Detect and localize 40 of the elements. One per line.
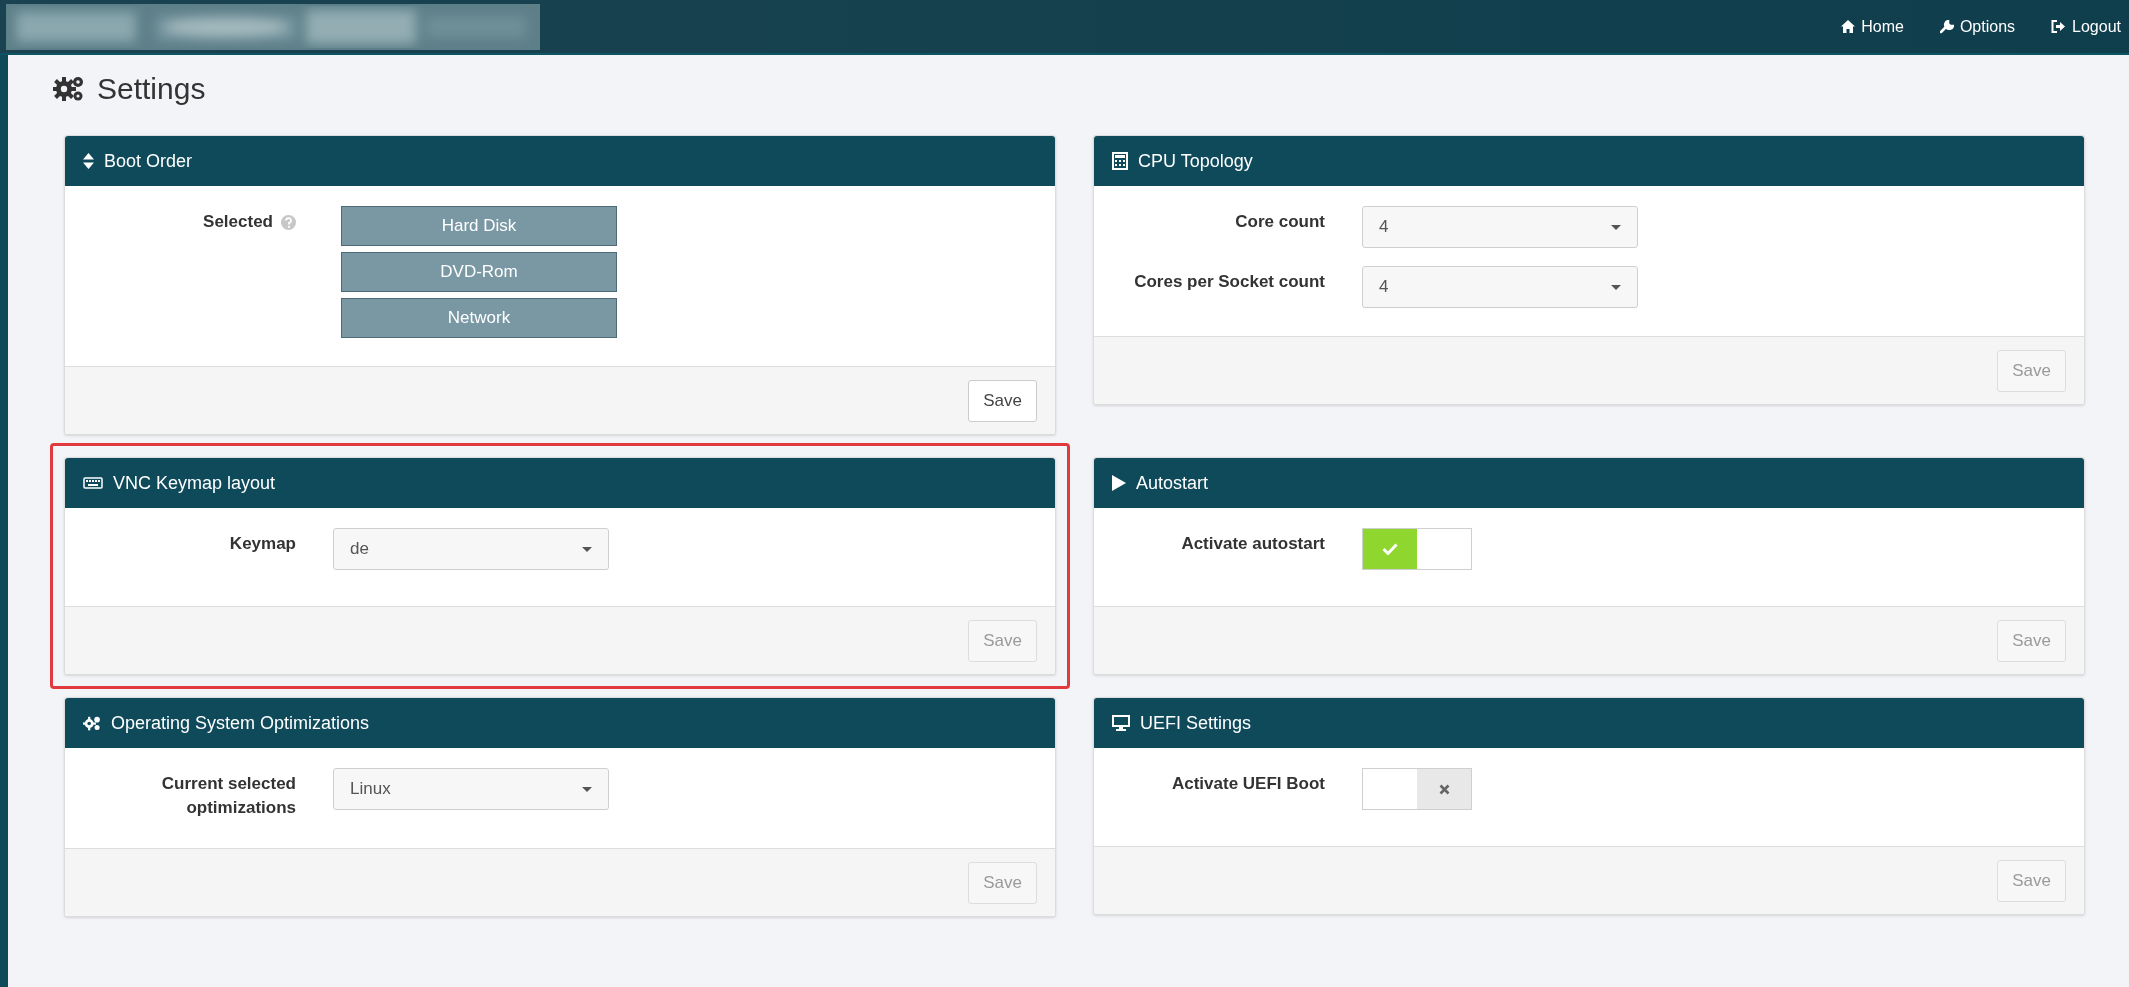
select-dropdown[interactable]: 4	[1362, 266, 1638, 308]
sort-icon	[83, 153, 94, 169]
panel-title: VNC Keymap layout	[113, 471, 276, 495]
field-label: Cores per Socket count	[1134, 271, 1325, 293]
gears-icon	[53, 74, 85, 102]
panel-title: CPU Topology	[1138, 149, 1253, 173]
field-label: Activate UEFI Boot	[1171, 773, 1325, 795]
gears-icon	[83, 715, 101, 731]
page-title: Settings	[97, 70, 206, 107]
field-label: Core count	[1235, 211, 1325, 233]
caret-icon	[1611, 284, 1621, 290]
save-button[interactable]: Save	[968, 379, 1037, 422]
nav-link[interactable]: Options	[1939, 14, 2016, 39]
select-dropdown[interactable]: de	[333, 528, 609, 570]
wrench-icon	[1939, 19, 1954, 34]
logout-icon	[2051, 20, 2067, 33]
select-dropdown[interactable]: 4	[1362, 206, 1638, 248]
field-label: Activate autostart	[1181, 533, 1325, 555]
panel-title: Boot Order	[104, 149, 193, 173]
field-label: Current selected optimizations	[160, 773, 296, 819]
panel-title: UEFI Settings	[1140, 711, 1252, 735]
close-icon	[1438, 783, 1450, 795]
monitor-icon	[1112, 715, 1130, 731]
nav-link[interactable]: Logout	[2051, 14, 2121, 39]
panel-title: Operating System Optimizations	[111, 711, 370, 735]
field-label: Keymap	[229, 533, 296, 555]
home-icon	[1841, 20, 1856, 33]
keyboard-icon	[83, 477, 103, 489]
caret-icon	[582, 786, 592, 792]
calculator-icon	[1112, 152, 1128, 170]
caret-icon	[582, 546, 592, 552]
field-label: Selected	[203, 211, 273, 233]
toggle-switch[interactable]	[1362, 768, 1472, 810]
panel-title: Autostart	[1136, 471, 1209, 495]
toggle-switch[interactable]	[1362, 528, 1472, 570]
caret-icon	[1611, 224, 1621, 230]
nav-link[interactable]: Home	[1841, 14, 1904, 39]
select-dropdown[interactable]: Linux	[333, 768, 609, 810]
check-icon	[1382, 543, 1398, 555]
play-icon	[1112, 475, 1126, 491]
